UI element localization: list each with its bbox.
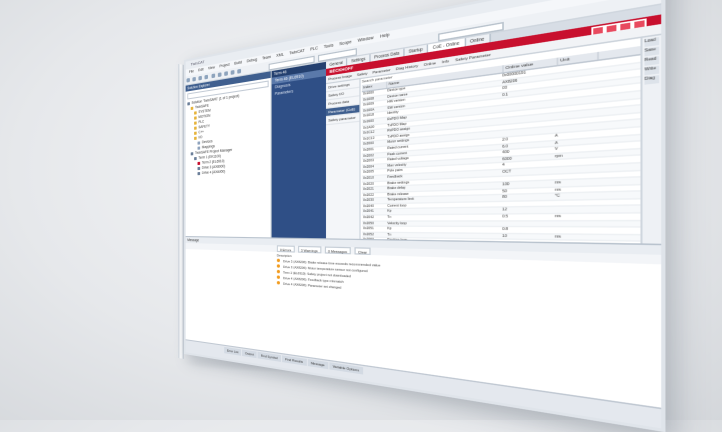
table-cell: Velocity loop: [386, 221, 501, 226]
warning-icon: [277, 281, 280, 285]
parameter-action-button[interactable]: Diag: [645, 75, 660, 85]
folder-icon: [194, 111, 197, 114]
table-cell: [553, 228, 591, 234]
table-cell: 0x2040: [362, 204, 386, 209]
table-cell: 0x2051: [362, 227, 386, 232]
table-cell: ms: [553, 214, 591, 220]
folder-icon: [198, 162, 201, 165]
table-cell: 0.8: [501, 228, 553, 233]
editor-subtab[interactable]: Info: [439, 56, 452, 66]
message-filter-button[interactable]: 3 Warnings: [298, 246, 321, 254]
folder-icon: [194, 137, 197, 140]
bottom-tab[interactable]: Find Symbol: [258, 352, 281, 362]
redo-icon[interactable]: [211, 74, 215, 79]
table-cell: 0x2005: [362, 170, 386, 176]
folder-icon: [194, 127, 197, 130]
folder-icon: [198, 141, 201, 144]
table-cell: 0x2021: [362, 187, 386, 192]
parameter-action-button[interactable]: Load: [645, 37, 660, 47]
activate-icon[interactable]: [224, 71, 228, 76]
table-cell: [501, 221, 553, 226]
message-filter-button[interactable]: Clear: [354, 247, 370, 255]
message-filter-button[interactable]: 0 Errors: [277, 245, 295, 252]
bottom-tab[interactable]: Find Results: [282, 355, 306, 365]
table-cell: 50: [501, 188, 553, 195]
bottom-tab[interactable]: Variable Options: [329, 362, 363, 374]
folder-icon: [194, 132, 197, 135]
table-cell: 0x2052: [362, 233, 386, 238]
bottom-tab[interactable]: Message: [307, 359, 328, 369]
table-cell: 0x2022: [362, 193, 386, 198]
folder-icon: [198, 167, 201, 170]
table-cell: 0x2030: [362, 198, 386, 203]
table-cell: °C: [553, 193, 591, 199]
table-cell: [553, 207, 591, 213]
table-cell: 0.5: [501, 214, 553, 219]
parameter-action-button[interactable]: Write: [645, 66, 660, 76]
message-text: Description: [277, 253, 292, 258]
parameter-action-button[interactable]: Save: [645, 47, 660, 57]
table-cell: 0x2050: [362, 221, 386, 225]
table-cell: 80: [501, 194, 553, 200]
folder-icon: [191, 107, 194, 110]
warning-icon: [277, 275, 280, 279]
table-cell: [553, 200, 591, 206]
folder-icon: [198, 146, 201, 149]
open-icon[interactable]: [193, 77, 196, 82]
build-icon[interactable]: [217, 72, 221, 77]
table-cell: 0x2020: [362, 181, 386, 186]
parameter-action-button[interactable]: Read: [645, 56, 660, 66]
solution-tree: Solution 'TwinSAFE' (1 of 1 project) Twin…: [186, 89, 271, 177]
parameter-category-list: Drive settings Safety I/O Process data Para…: [326, 79, 361, 239]
table-cell: Kp: [386, 227, 501, 232]
table-cell: 0x2041: [362, 210, 386, 215]
table-cell: 0x2042: [362, 216, 386, 221]
table-cell: [553, 173, 591, 180]
message-filter-button[interactable]: 0 Messages: [325, 246, 351, 254]
undo-icon[interactable]: [205, 75, 209, 80]
table-cell: [501, 201, 553, 207]
config-icon[interactable]: [237, 69, 241, 74]
folder-icon: [187, 102, 190, 105]
bottom-tab[interactable]: Error List: [224, 347, 241, 356]
table-cell: ms: [553, 186, 591, 192]
bottom-tab[interactable]: Output: [242, 350, 257, 359]
table-cell: 12: [501, 208, 553, 214]
folder-icon: [194, 121, 197, 124]
monitor: TwinCAT File Edit View Project Build Debug Tea…: [184, 60, 542, 350]
folder-icon: [194, 157, 197, 160]
table-cell: [553, 221, 591, 226]
table-cell: Kp: [386, 208, 501, 214]
table-cell: 10: [501, 234, 553, 240]
table-cell: [553, 166, 591, 173]
folder-icon: [191, 152, 194, 155]
warning-icon: [277, 259, 280, 262]
run-icon[interactable]: [231, 70, 235, 75]
save-icon[interactable]: [199, 76, 202, 81]
warning-icon: [277, 270, 280, 274]
table-cell: ms: [553, 234, 591, 240]
folder-icon: [194, 116, 197, 119]
table-cell: 100: [501, 181, 553, 188]
warning-icon: [277, 264, 280, 268]
new-icon[interactable]: [187, 78, 190, 83]
table-cell: Tn: [386, 215, 501, 220]
table-cell: ms: [553, 179, 591, 186]
tree-item-label: Drive 4 (AX8000): [202, 169, 225, 176]
parameter-actions: Load Save Read Write Diag: [640, 35, 661, 244]
table-cell: 0x2010: [362, 175, 386, 181]
folder-icon: [198, 172, 201, 175]
